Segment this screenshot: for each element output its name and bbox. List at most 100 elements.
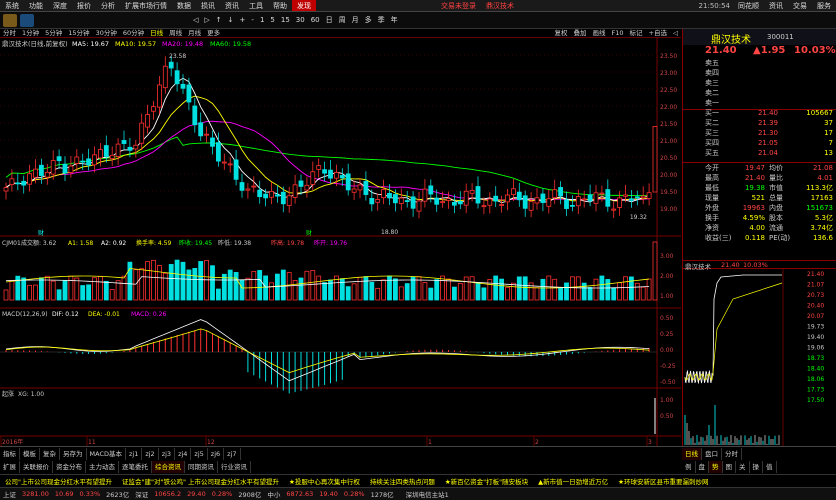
news-ticker[interactable]: 公司"上市公司现金分红水平有望提升 证监会"建"对"铁公鸡" 上市公司现金分红水平… <box>0 474 836 487</box>
period-15[interactable]: 15 <box>278 14 293 26</box>
collapse-button[interactable]: ◁ <box>670 29 681 38</box>
right-tab2-4[interactable]: 关 <box>736 461 750 473</box>
right-tab2-0[interactable]: 例 <box>682 461 696 473</box>
menu-quote[interactable]: 报价 <box>72 0 96 11</box>
indicator-tab-11[interactable]: zj7 <box>224 448 241 460</box>
nav-down[interactable]: ↓ <box>225 14 237 26</box>
chart-area[interactable]: 鼎汉技术(日线,前复权) MA5: 19.67 MA10: 19.57 MA20… <box>0 38 681 446</box>
period-tab-day[interactable]: 日线 <box>147 29 166 38</box>
mini-intraday-chart[interactable]: 鼎汉技术 21.40 10.03% 21.40 21.07 20.73 20.40 20… <box>683 260 836 446</box>
news-item[interactable]: 持续关注四类热点问题 <box>365 476 440 486</box>
period-tab-30min[interactable]: 30分钟 <box>93 29 120 38</box>
indicator-tab-1[interactable]: 模板 <box>20 448 40 460</box>
kline-chart[interactable]: 鼎汉技术(日线,前复权) MA5: 19.67 MA10: 19.57 MA20… <box>0 38 681 446</box>
indicator-tab-0[interactable]: 指标 <box>0 448 20 460</box>
candle <box>27 173 33 185</box>
menu-discover[interactable]: 发现 <box>292 0 316 11</box>
period-tab-month[interactable]: 月线 <box>185 29 204 38</box>
period-tab-1min[interactable]: 1分钟 <box>19 29 42 38</box>
panel-tab-7[interactable]: 行业资讯 <box>218 461 251 473</box>
period-30[interactable]: 30 <box>293 14 308 26</box>
indicator-tab-10[interactable]: zj6 <box>207 448 225 460</box>
period-tab-week[interactable]: 周线 <box>166 29 185 38</box>
period-tab-more[interactable]: 更多 <box>204 29 223 38</box>
indicator-tab-7[interactable]: zj3 <box>158 448 176 460</box>
menu-data[interactable]: 数据 <box>172 0 196 11</box>
menu-news[interactable]: 损讯 <box>196 0 220 11</box>
indicator-tab-8[interactable]: zj4 <box>175 448 192 460</box>
panel-tab-3[interactable]: 主力动态 <box>86 461 119 473</box>
f10-button[interactable]: F10 <box>609 29 627 38</box>
right-tab2-6[interactable]: 值 <box>763 461 777 473</box>
panel-tab-0[interactable]: 扩展 <box>0 461 20 473</box>
menu-function[interactable]: 功能 <box>24 0 48 11</box>
menu-right-4[interactable]: 服务 <box>812 0 836 11</box>
rights-button[interactable]: 复权 <box>552 29 571 38</box>
finance-flag-2[interactable]: 财 <box>306 229 312 237</box>
menu-right-1[interactable]: 同花顺 <box>733 0 764 11</box>
overlay-button[interactable]: 叠加 <box>571 29 590 38</box>
right-tab2-2[interactable]: 势 <box>709 461 723 473</box>
login-status[interactable]: 交易未登录 <box>436 0 481 11</box>
period-tab-5min[interactable]: 5分钟 <box>42 29 65 38</box>
period-1[interactable]: 1 <box>257 14 267 26</box>
news-item[interactable]: 证监会"建"对"铁公鸡" 上市公司现金分红水平有望提升 <box>117 476 284 486</box>
menu-help[interactable]: 帮助 <box>268 0 292 11</box>
menu-info[interactable]: 资讯 <box>220 0 244 11</box>
period-month[interactable]: 月 <box>349 14 362 26</box>
server-name[interactable]: 深圳电信主站1 <box>403 489 452 499</box>
indicator-tab-4[interactable]: MACD基本 <box>86 448 126 460</box>
right-tab2-3[interactable]: 图 <box>722 461 736 473</box>
menu-ext-market[interactable]: 扩展市场行情 <box>120 0 172 11</box>
finance-flag[interactable]: 财 <box>38 229 44 237</box>
add-watchlist-button[interactable]: +自选 <box>646 29 670 38</box>
nav-back[interactable]: ◁ <box>190 14 201 26</box>
period-day[interactable]: 日 <box>323 14 336 26</box>
news-item[interactable]: 公司"上市公司现金分红水平有望提升 <box>0 476 117 486</box>
zoom-in[interactable]: + <box>237 14 249 26</box>
period-60[interactable]: 60 <box>308 14 323 26</box>
right-tab-2[interactable]: 分时 <box>722 448 742 460</box>
price-tick: 20.00 <box>660 172 677 179</box>
period-tab-60min[interactable]: 60分钟 <box>120 29 147 38</box>
period-tab-15min[interactable]: 15分钟 <box>65 29 92 38</box>
market-icon[interactable] <box>20 14 34 27</box>
menu-depth[interactable]: 深度 <box>48 0 72 11</box>
indicator-tab-2[interactable]: 复杂 <box>40 448 60 460</box>
panel-tab-1[interactable]: 关联报价 <box>20 461 53 473</box>
news-item[interactable]: ▲新市值一日劲增近万亿 <box>533 476 613 486</box>
menu-tools[interactable]: 工具 <box>244 0 268 11</box>
nav-up[interactable]: ↑ <box>213 14 225 26</box>
home-icon[interactable] <box>3 14 17 27</box>
panel-tab-4[interactable]: 逐笔委托 <box>119 461 152 473</box>
menu-analysis[interactable]: 分析 <box>96 0 120 11</box>
news-item[interactable]: ★环球安新区县市重要漏刺炒网 <box>613 476 713 486</box>
zoom-out[interactable]: - <box>248 14 257 26</box>
draw-button[interactable]: 画线 <box>590 29 609 38</box>
right-tab-1[interactable]: 盘口 <box>702 448 722 460</box>
period-year[interactable]: 年 <box>388 14 401 26</box>
panel-tab-2[interactable]: 资金分布 <box>53 461 86 473</box>
right-tab-0[interactable]: 日线 <box>682 448 702 460</box>
right-tab2-1[interactable]: 盘 <box>695 461 709 473</box>
panel-tab-6[interactable]: 同期资讯 <box>185 461 218 473</box>
period-week[interactable]: 周 <box>336 14 349 26</box>
period-multi[interactable]: 多 <box>362 14 375 26</box>
menu-system[interactable]: 系统 <box>0 0 24 11</box>
menu-right-2[interactable]: 资讯 <box>764 0 788 11</box>
candle <box>434 197 440 205</box>
panel-tab-5[interactable]: 综合资讯 <box>152 461 185 473</box>
nav-forward[interactable]: ▷ <box>201 14 212 26</box>
indicator-tab-5[interactable]: zj1 <box>125 448 143 460</box>
period-5[interactable]: 5 <box>267 14 277 26</box>
menu-right-3[interactable]: 交易 <box>788 0 812 11</box>
indicator-tab-9[interactable]: zj5 <box>191 448 208 460</box>
right-tab2-5[interactable]: 操 <box>749 461 763 473</box>
indicator-tab-6[interactable]: zj2 <box>142 448 159 460</box>
news-item[interactable]: ★投服中心再次集中行权 <box>284 476 365 486</box>
news-item[interactable]: ★新百亿资金"打板"随安板块 <box>440 476 533 486</box>
mark-button[interactable]: 标记 <box>627 29 646 38</box>
period-tab-fenshi[interactable]: 分时 <box>0 29 19 38</box>
period-quarter[interactable]: 季 <box>375 14 388 26</box>
indicator-tab-3[interactable]: 另存为 <box>60 448 87 460</box>
